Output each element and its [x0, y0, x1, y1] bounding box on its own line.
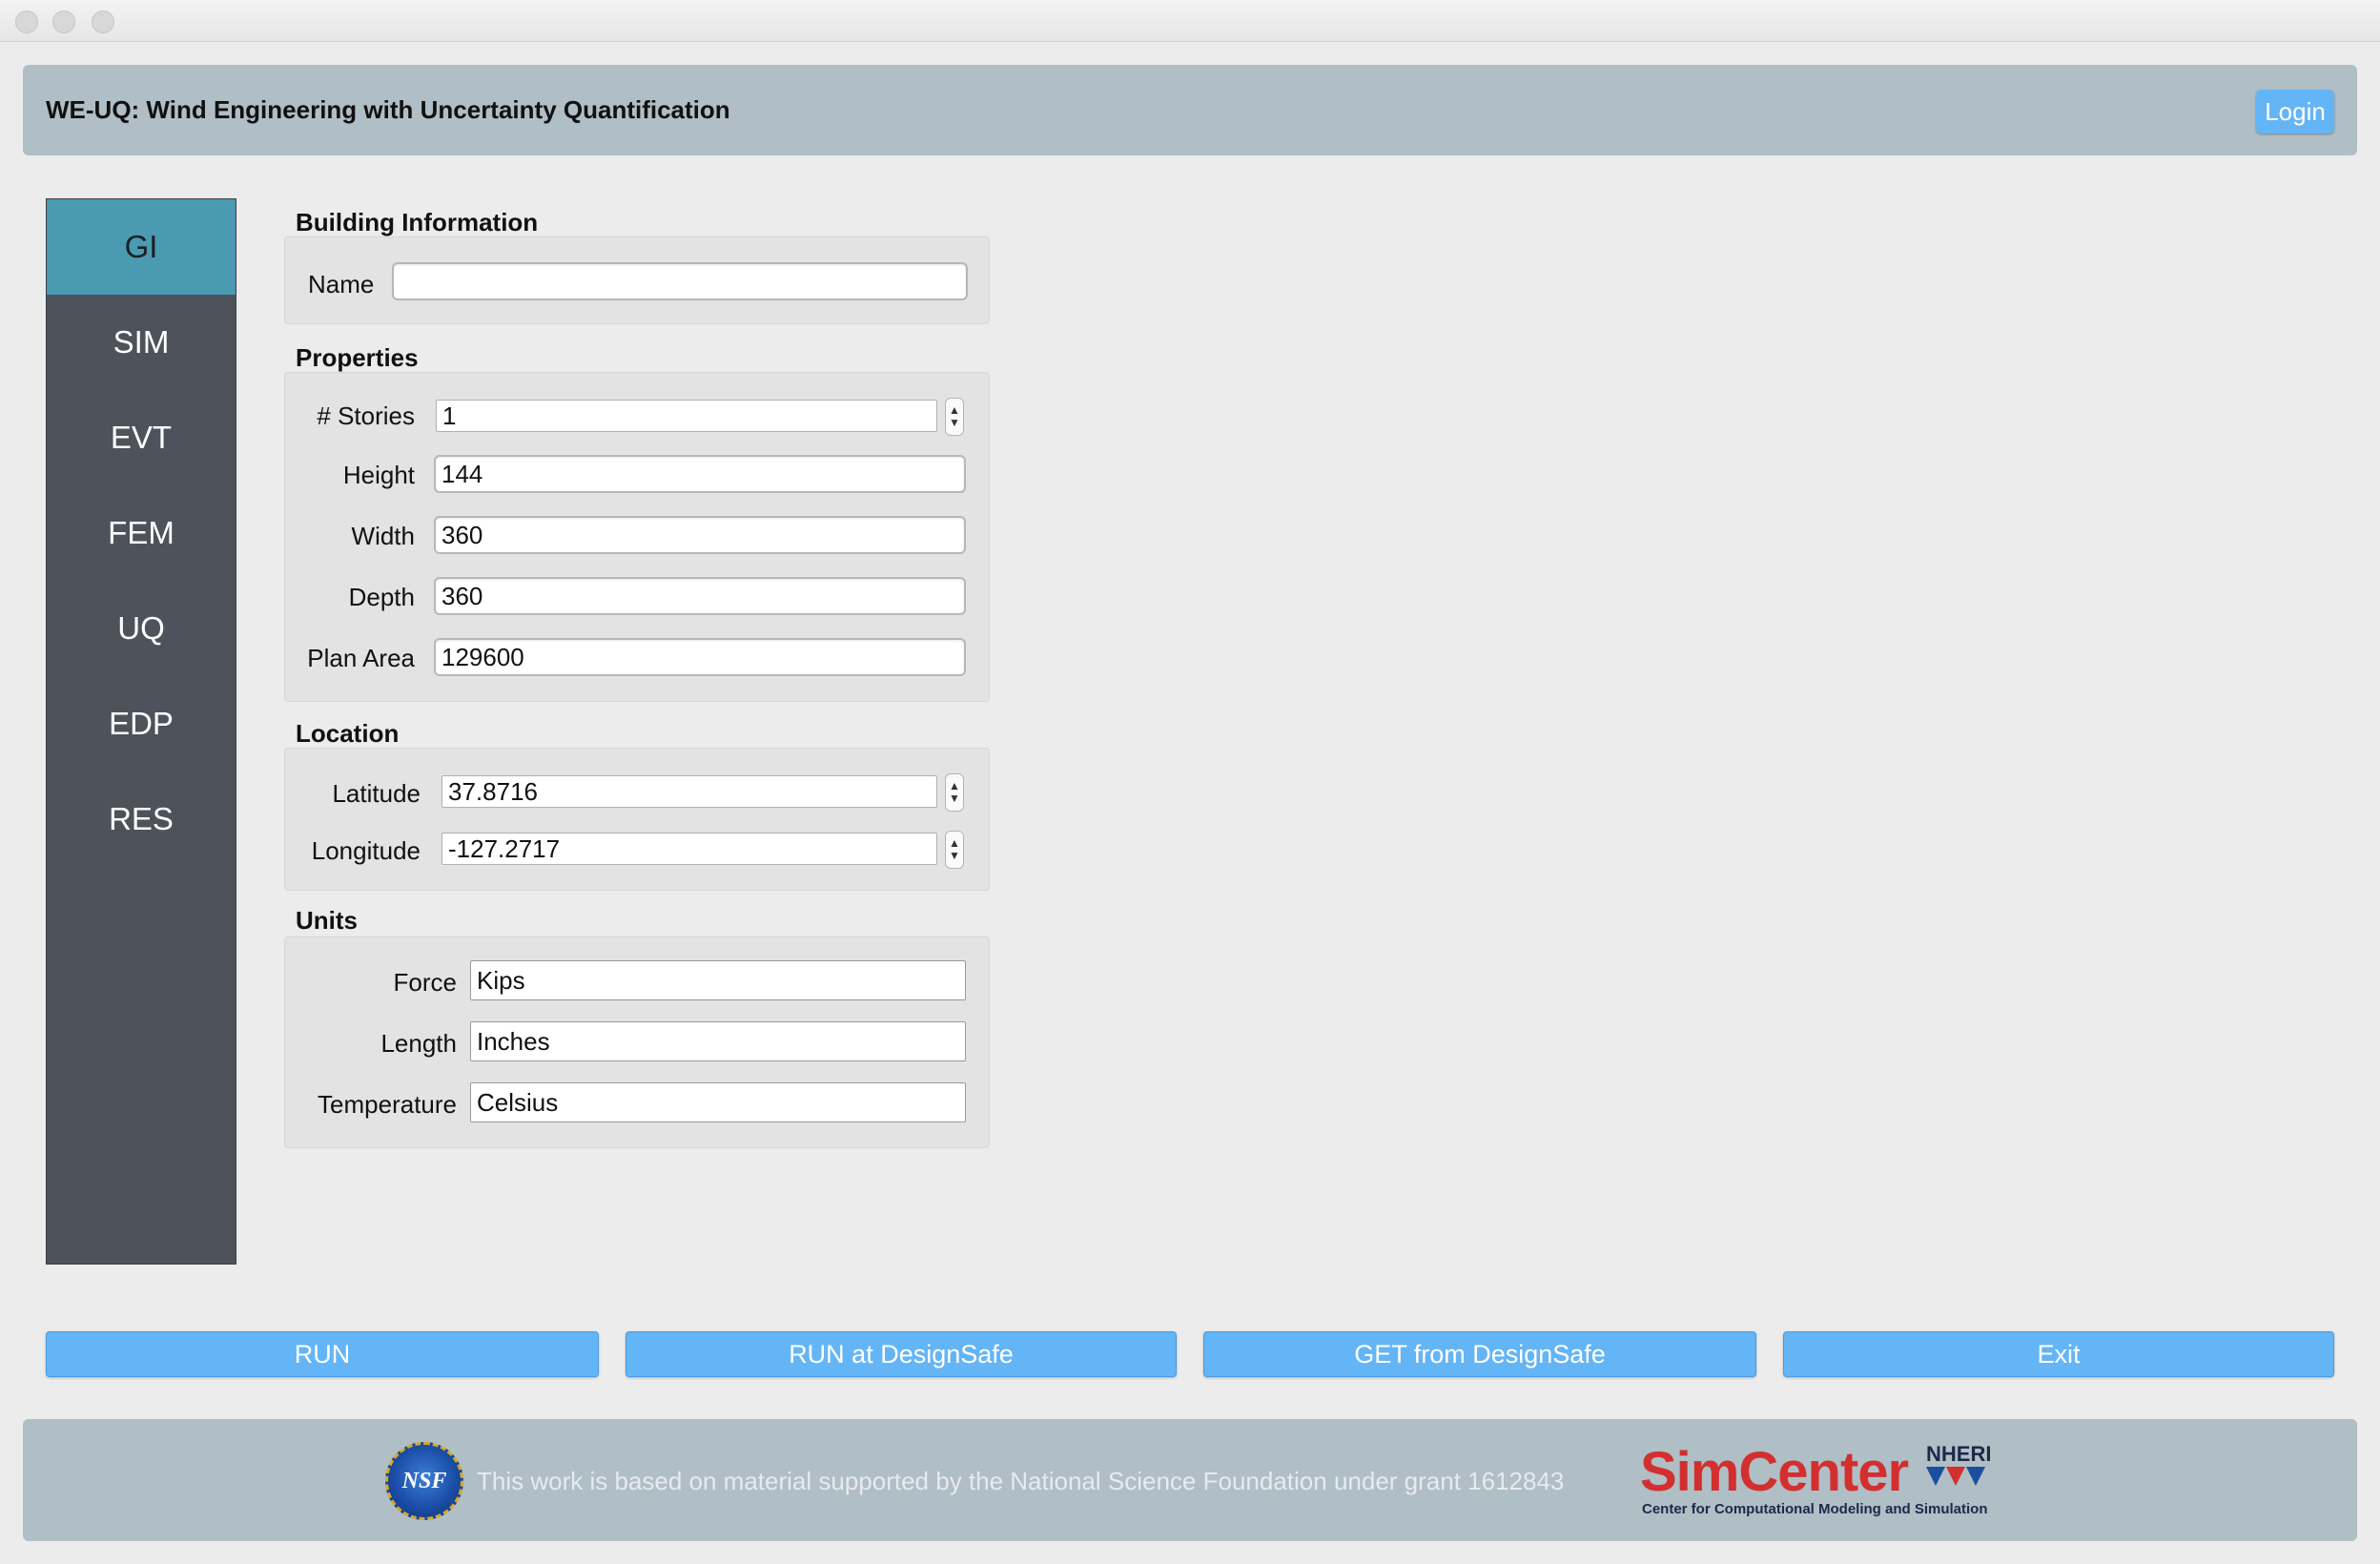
nsf-logo-text: NSF [401, 1468, 447, 1493]
simcenter-subtitle: Center for Computational Modeling and Si… [1642, 1501, 1988, 1517]
sidebar-item-evt[interactable]: EVT [47, 390, 236, 485]
funding-acknowledgement: This work is based on material supported… [477, 1467, 1565, 1495]
get-from-designsafe-button[interactable]: GET from DesignSafe [1203, 1331, 1756, 1377]
stories-label: # Stories [317, 401, 415, 430]
height-input[interactable]: 144 [434, 455, 966, 493]
length-label: Length [380, 1029, 457, 1058]
app-title: WE-UQ: Wind Engineering with Uncertainty… [46, 95, 730, 124]
stories-spinner[interactable]: ▲ ▼ [945, 398, 964, 436]
depth-input[interactable]: 360 [434, 577, 966, 615]
exit-button[interactable]: Exit [1783, 1331, 2334, 1377]
length-input[interactable]: Inches [470, 1021, 966, 1061]
temperature-label: Temperature [318, 1090, 457, 1119]
window-titlebar [0, 0, 2380, 42]
latitude-spinner[interactable]: ▲ ▼ [945, 773, 964, 812]
stories-input[interactable]: 1 [436, 400, 937, 432]
chevron-down-icon[interactable]: ▼ [949, 417, 960, 429]
nheri-triangles-icon [1926, 1467, 1985, 1486]
width-input[interactable]: 360 [434, 516, 966, 554]
width-label: Width [351, 522, 415, 550]
longitude-input[interactable]: -127.2717 [441, 833, 937, 865]
simcenter-wordmark: SimCenter [1640, 1441, 1909, 1503]
login-button[interactable]: Login [2256, 90, 2334, 134]
properties-group: # Stories 1 ▲ ▼ Height 144 Width 360 Dep… [284, 372, 990, 702]
longitude-spinner[interactable]: ▲ ▼ [945, 831, 964, 869]
nsf-logo: NSF [385, 1442, 463, 1520]
sidebar-item-res[interactable]: RES [47, 772, 236, 867]
app-header: WE-UQ: Wind Engineering with Uncertainty… [23, 65, 2357, 155]
temperature-input[interactable]: Celsius [470, 1082, 966, 1122]
close-window-button[interactable] [15, 10, 38, 33]
plan-area-label: Plan Area [307, 644, 415, 672]
chevron-down-icon[interactable]: ▼ [949, 792, 960, 805]
latitude-label: Latitude [332, 779, 421, 808]
longitude-label: Longitude [311, 836, 421, 865]
app-window: WE-UQ: Wind Engineering with Uncertainty… [0, 0, 2380, 1564]
building-info-heading: Building Information [296, 208, 539, 237]
force-input[interactable]: Kips [470, 960, 966, 1000]
sidebar-nav: GI SIM EVT FEM UQ EDP RES [46, 198, 236, 1265]
force-label: Force [393, 968, 457, 997]
sidebar-item-edp[interactable]: EDP [47, 676, 236, 772]
sidebar-item-uq[interactable]: UQ [47, 581, 236, 676]
plan-area-input[interactable]: 129600 [434, 638, 966, 676]
building-name-input[interactable] [392, 262, 968, 300]
simcenter-logo: SimCenter NHERI Center for Computational… [1640, 1440, 2002, 1517]
units-heading: Units [296, 906, 358, 935]
sidebar-item-fem[interactable]: FEM [47, 485, 236, 581]
chevron-down-icon[interactable]: ▼ [949, 850, 960, 862]
minimize-window-button[interactable] [52, 10, 75, 33]
run-at-designsafe-button[interactable]: RUN at DesignSafe [626, 1331, 1177, 1377]
run-button[interactable]: RUN [46, 1331, 599, 1377]
location-group: Latitude 37.8716 ▲ ▼ Longitude -127.2717… [284, 748, 990, 891]
sidebar-item-gi[interactable]: GI [47, 199, 236, 295]
depth-label: Depth [348, 583, 415, 611]
location-heading: Location [296, 719, 400, 748]
building-info-group: Name [284, 237, 990, 324]
sidebar-item-sim[interactable]: SIM [47, 295, 236, 390]
footer: NSF This work is based on material suppo… [23, 1419, 2357, 1541]
units-group: Force Kips Length Inches Temperature Cel… [284, 936, 990, 1148]
latitude-input[interactable]: 37.8716 [441, 775, 937, 808]
height-label: Height [342, 461, 415, 489]
nheri-text: NHERI [1926, 1442, 1992, 1466]
zoom-window-button[interactable] [92, 10, 114, 33]
name-label: Name [308, 270, 375, 298]
properties-heading: Properties [296, 343, 419, 372]
